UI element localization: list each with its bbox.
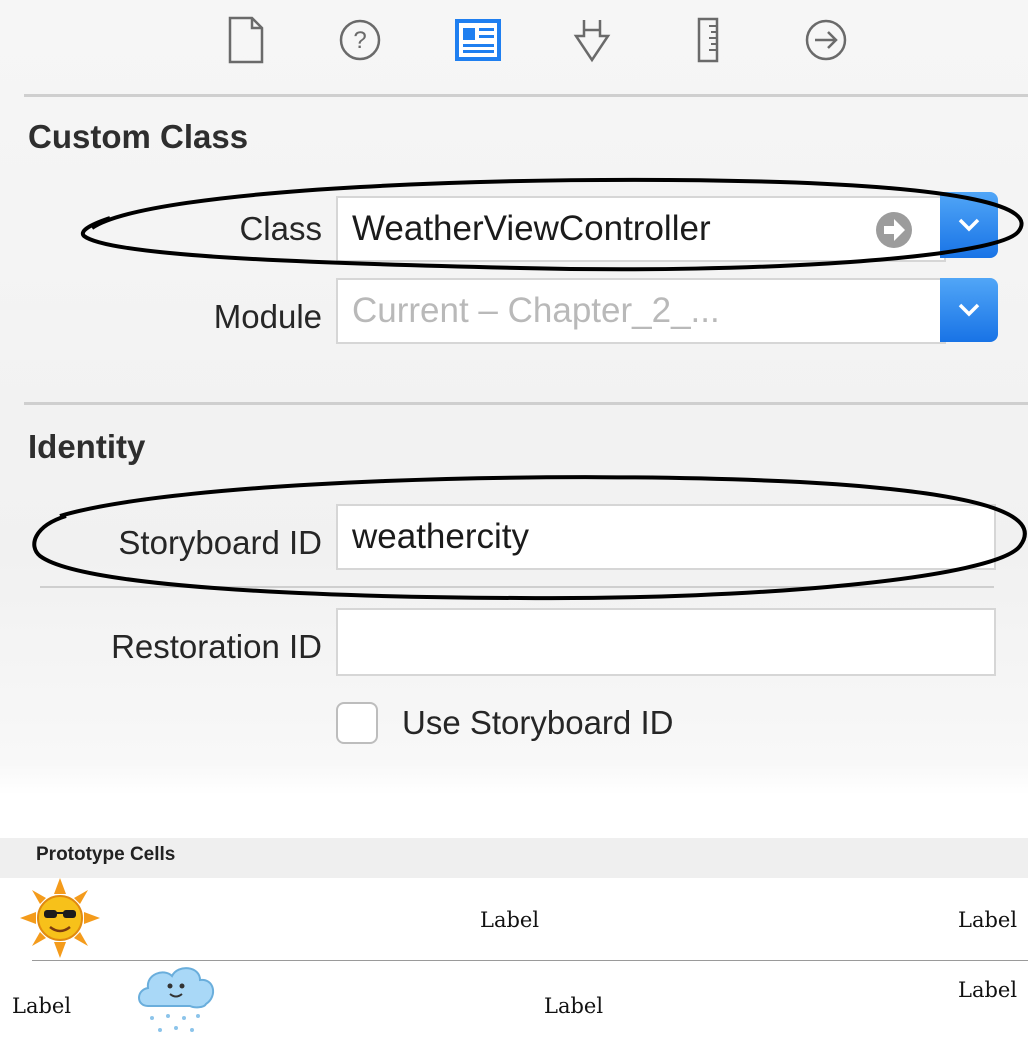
cell-1-label-center: Label — [480, 908, 540, 932]
attributes-icon — [573, 20, 611, 63]
class-dropdown-button[interactable] — [940, 192, 998, 258]
class-label: Class — [239, 210, 322, 247]
size-inspector-tab[interactable] — [682, 14, 734, 66]
cell-1-label-right: Label — [958, 908, 1018, 932]
chevron-down-icon — [958, 218, 980, 232]
prototype-cells-header: Prototype Cells — [0, 838, 1028, 878]
svg-text:?: ? — [353, 27, 366, 54]
identity-inspector-panel: ? Custom Class Class WeatherViewControll… — [0, 0, 1028, 795]
storyboard-id-label: Storyboard ID — [118, 524, 322, 561]
connections-inspector-tab[interactable] — [800, 14, 852, 66]
module-field[interactable]: Current – Chapter_2_... — [336, 278, 946, 344]
storyboard-id-value: weathercity — [352, 517, 530, 556]
module-value: Current – Chapter_2_... — [352, 291, 720, 330]
file-inspector-tab[interactable] — [220, 14, 272, 66]
module-label: Module — [213, 298, 322, 335]
inspector-toolbar: ? — [0, 0, 1028, 92]
prototype-cells-title: Prototype Cells — [36, 844, 176, 865]
module-dropdown-button[interactable] — [940, 278, 998, 342]
cell-2-label-left: Label — [12, 994, 72, 1018]
document-icon — [228, 16, 264, 64]
toolbar-divider — [24, 94, 1028, 97]
identity-section-title: Identity — [28, 428, 146, 465]
class-field[interactable]: WeatherViewController — [336, 196, 946, 262]
custom-class-section-title: Custom Class — [28, 118, 249, 155]
sun-icon — [20, 878, 100, 958]
cell-separator — [32, 960, 1028, 961]
identity-icon — [455, 19, 501, 61]
restoration-id-field[interactable] — [336, 608, 996, 676]
attributes-inspector-tab[interactable] — [566, 14, 618, 66]
storyboard-id-field[interactable]: weathercity — [336, 504, 996, 570]
navigate-to-class-icon[interactable] — [874, 210, 914, 250]
arrow-right-circle-icon — [805, 19, 847, 61]
use-storyboard-id-label: Use Storyboard ID — [402, 704, 674, 741]
quick-help-tab[interactable]: ? — [334, 14, 386, 66]
cell-2-label-center: Label — [544, 994, 604, 1018]
identity-divider — [40, 586, 994, 588]
ruler-icon — [697, 17, 719, 63]
section-divider — [24, 402, 1028, 405]
restoration-id-label: Restoration ID — [111, 628, 322, 665]
identity-inspector-tab[interactable] — [452, 14, 504, 66]
class-value: WeatherViewController — [352, 209, 711, 248]
chevron-down-icon — [958, 303, 980, 317]
use-storyboard-id-checkbox[interactable] — [336, 702, 378, 744]
cell-2-label-right: Label — [958, 978, 1018, 1002]
rain-cloud-icon — [138, 967, 215, 1032]
question-icon: ? — [339, 19, 381, 61]
